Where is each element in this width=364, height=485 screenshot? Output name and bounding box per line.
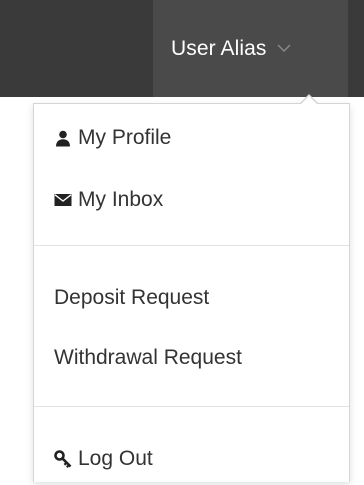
menu-divider [34, 406, 349, 407]
user-menu-toggle[interactable]: User Alias [153, 0, 348, 97]
menu-item-label: Withdrawal Request [54, 346, 242, 369]
user-dropdown-menu: My Profile My Inbox Deposit Request With… [33, 103, 350, 482]
menu-divider [34, 245, 349, 246]
user-icon [54, 129, 72, 147]
envelope-icon [54, 191, 72, 209]
menu-item-label: My Inbox [78, 188, 164, 211]
user-alias-label: User Alias [171, 36, 267, 60]
menu-item-deposit-request[interactable]: Deposit Request [34, 272, 349, 324]
key-icon [54, 450, 72, 468]
menu-item-label: Log Out [78, 447, 153, 470]
menu-item-label: My Profile [78, 126, 172, 149]
menu-item-withdrawal-request[interactable]: Withdrawal Request [34, 332, 349, 384]
menu-item-my-inbox[interactable]: My Inbox [34, 174, 349, 226]
top-navbar: User Alias [0, 0, 364, 97]
menu-item-my-profile[interactable]: My Profile [34, 112, 349, 164]
dropdown-caret-fill [300, 96, 318, 105]
menu-item-label: Deposit Request [54, 286, 210, 309]
chevron-down-icon [277, 44, 291, 53]
menu-item-log-out[interactable]: Log Out [34, 433, 349, 485]
